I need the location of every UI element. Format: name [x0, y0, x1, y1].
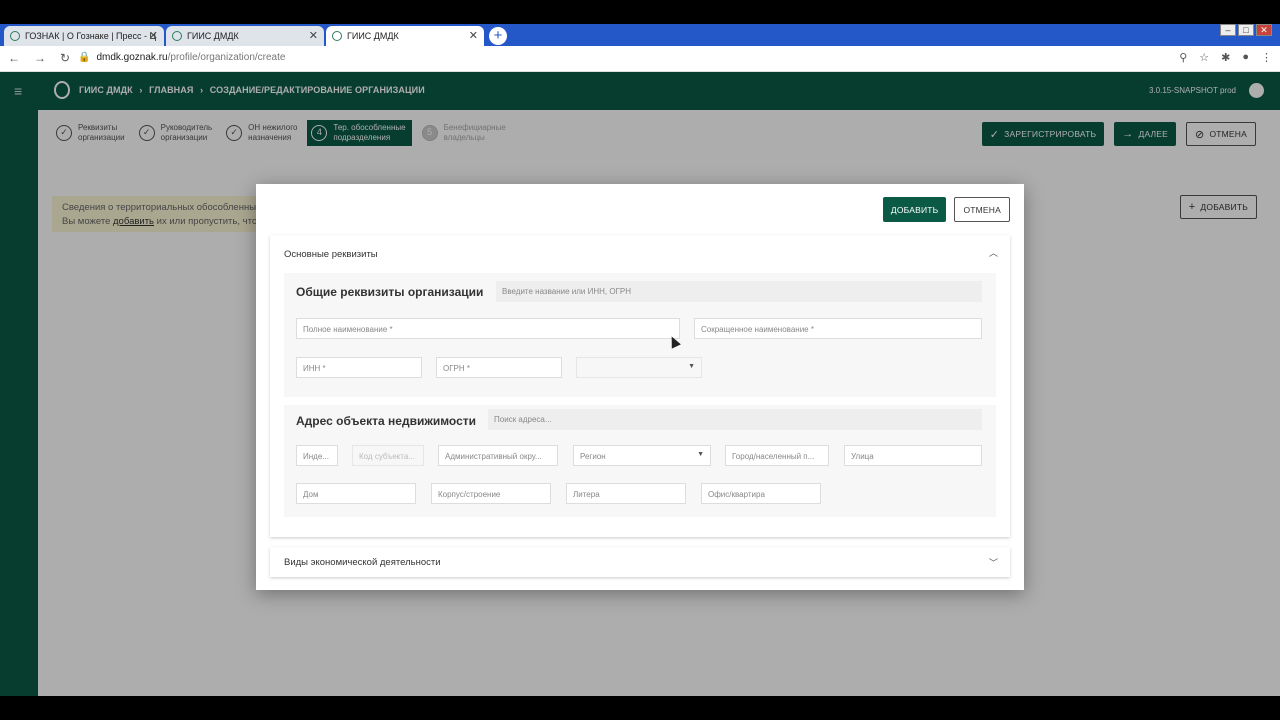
- letter-field[interactable]: Литера: [566, 483, 686, 504]
- site-favicon-icon: [332, 31, 342, 41]
- short-name-field[interactable]: Сокращенное наименование *: [694, 318, 982, 339]
- basic-requisites-panel: Основные реквизиты ︿ Общие реквизиты орг…: [270, 235, 1010, 537]
- org-requisites-section: Общие реквизиты организации Введите назв…: [284, 273, 996, 397]
- inn-field[interactable]: ИНН *: [296, 357, 422, 378]
- dialog-add-button[interactable]: ДОБАВИТЬ: [882, 197, 947, 222]
- tab-giis-1[interactable]: ГИИС ДМДК ✕: [166, 26, 324, 46]
- type-select[interactable]: ▼: [576, 357, 702, 378]
- tab-giis-2[interactable]: ГИИС ДМДК ✕: [326, 26, 484, 46]
- tab-label: ГИИС ДМДК: [347, 31, 399, 41]
- back-icon[interactable]: ←: [8, 51, 20, 65]
- chevron-up-icon[interactable]: ︿: [989, 246, 998, 259]
- site-favicon-icon: [172, 31, 182, 41]
- admin-district-field[interactable]: Административный окру...: [438, 445, 558, 466]
- region-select[interactable]: Регион ▼: [573, 445, 711, 466]
- section-title: Общие реквизиты организации: [296, 285, 484, 299]
- minimize-icon[interactable]: –: [1220, 24, 1236, 36]
- letterbox-bar: [0, 696, 1280, 720]
- maximize-icon[interactable]: □: [1238, 24, 1254, 36]
- site-favicon-icon: [10, 31, 20, 41]
- address-search-input[interactable]: Поиск адреса...: [488, 409, 982, 430]
- dropdown-arrow-icon: ▼: [697, 451, 704, 458]
- ogrn-field[interactable]: ОГРН *: [436, 357, 562, 378]
- tab-bar: ГОЗНАК | О Гознаке | Пресс - Ц ✕ ГИИС ДМ…: [0, 24, 1280, 46]
- star-icon[interactable]: ☆: [1199, 51, 1209, 64]
- chevron-down-icon[interactable]: ﹀: [989, 556, 998, 569]
- add-subdivision-dialog: ДОБАВИТЬ ОТМЕНА Основные реквизиты ︿ Общ…: [256, 184, 1024, 590]
- reload-icon[interactable]: ↻: [60, 51, 70, 65]
- tab-goznak[interactable]: ГОЗНАК | О Гознаке | Пресс - Ц ✕: [4, 26, 164, 46]
- house-field[interactable]: Дом: [296, 483, 416, 504]
- subject-code-field: Код субъекта...: [352, 445, 424, 466]
- tab-label: ГОЗНАК | О Гознаке | Пресс - Ц: [25, 31, 157, 41]
- economic-activity-panel[interactable]: Виды экономической деятельности ﹀: [270, 547, 1010, 577]
- lock-icon: 🔒: [78, 52, 91, 63]
- street-field[interactable]: Улица: [844, 445, 982, 466]
- building-field[interactable]: Корпус/строение: [431, 483, 551, 504]
- url-domain: dmdk.goznak.ru: [96, 52, 168, 63]
- browser-window: ГОЗНАК | О Гознаке | Пресс - Ц ✕ ГИИС ДМ…: [0, 24, 1280, 696]
- office-field[interactable]: Офис/квартира: [701, 483, 821, 504]
- section-title: Адрес объекта недвижимости: [296, 414, 477, 428]
- city-field[interactable]: Город/населенный п...: [725, 445, 829, 466]
- panel-title: Виды экономической деятельности: [284, 557, 441, 568]
- new-tab-button[interactable]: +: [489, 27, 507, 45]
- more-icon[interactable]: ⋮: [1261, 51, 1272, 64]
- extensions-icon[interactable]: ✱: [1221, 51, 1230, 64]
- address-bar: ← → ↻ 🔒 dmdk.goznak.ru/profile/organizati…: [0, 46, 1280, 72]
- close-tab-icon[interactable]: ✕: [469, 29, 478, 42]
- panel-title[interactable]: Основные реквизиты: [284, 249, 378, 260]
- address-section: Адрес объекта недвижимости Поиск адреса.…: [284, 405, 996, 517]
- browser-actions: ⚲ ☆ ✱ ● ⋮: [1179, 51, 1272, 64]
- tab-label: ГИИС ДМДК: [187, 31, 239, 41]
- window-controls: – □ ✕: [1220, 24, 1272, 36]
- url-path: /profile/organization/create: [167, 52, 286, 63]
- nav-buttons: ← → ↻: [8, 51, 70, 65]
- org-search-input[interactable]: Введите название или ИНН, ОГРН: [496, 281, 982, 302]
- close-tab-icon[interactable]: ✕: [149, 29, 158, 42]
- profile-icon[interactable]: ●: [1242, 51, 1249, 64]
- close-tab-icon[interactable]: ✕: [309, 29, 318, 42]
- url-field[interactable]: 🔒 dmdk.goznak.ru/profile/organization/cre…: [78, 52, 285, 63]
- forward-icon[interactable]: →: [34, 51, 46, 65]
- full-name-field[interactable]: Полное наименование *: [296, 318, 680, 339]
- dropdown-arrow-icon: ▼: [688, 363, 695, 370]
- dialog-cancel-button[interactable]: ОТМЕНА: [954, 197, 1010, 222]
- postal-index-field[interactable]: Инде...: [296, 445, 338, 466]
- dialog-actions: ДОБАВИТЬ ОТМЕНА: [882, 197, 1010, 222]
- close-window-icon[interactable]: ✕: [1256, 24, 1272, 36]
- zoom-icon[interactable]: ⚲: [1179, 51, 1187, 64]
- region-label: Регион: [580, 452, 606, 461]
